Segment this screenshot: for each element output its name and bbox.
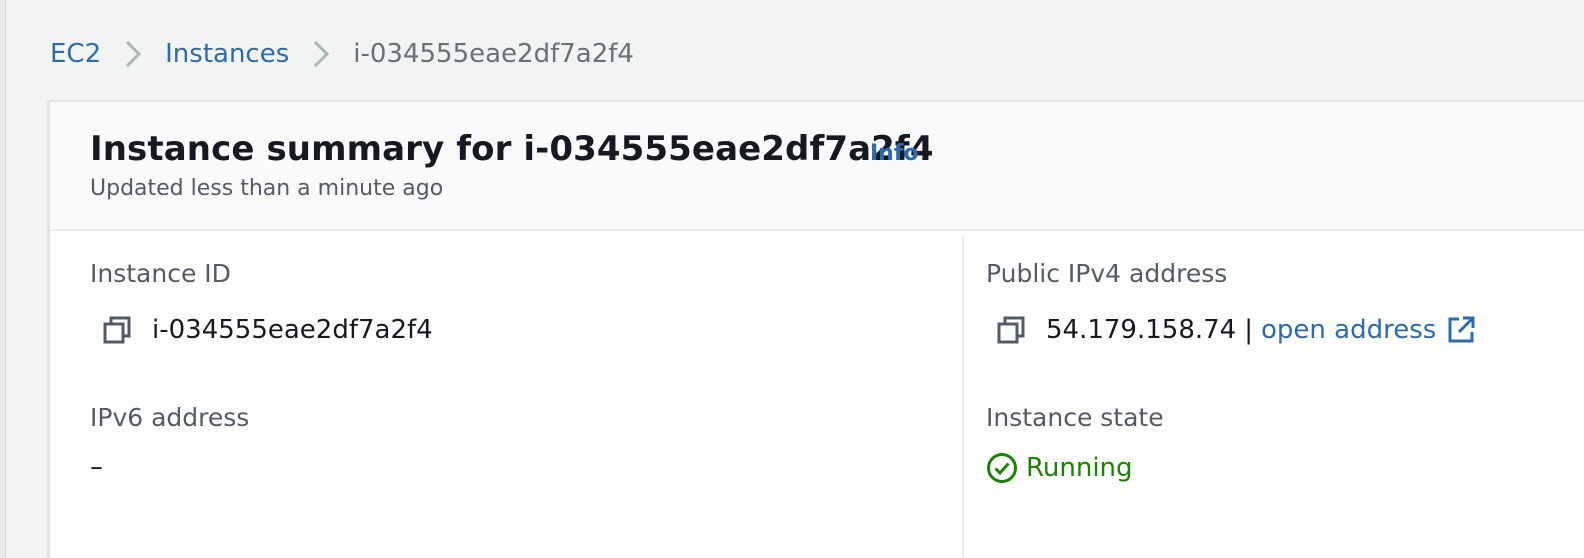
public-ipv4-value-row: 54.179.158.74 | open address (994, 313, 1476, 347)
instance-id-value-row: i-034555eae2df7a2f4 (100, 313, 433, 347)
breadcrumb-link-instances[interactable]: Instances (165, 39, 289, 69)
breadcrumb-current-instance: i-034555eae2df7a2f4 (353, 39, 634, 69)
open-address-link[interactable]: open address (1261, 315, 1476, 345)
instance-state-value: Running (1026, 453, 1133, 483)
copy-icon[interactable] (100, 313, 134, 347)
instance-state-label: Instance state (986, 403, 1164, 432)
last-updated-text: Updated less than a minute ago (90, 176, 444, 201)
public-ipv4-value: 54.179.158.74 (1046, 315, 1237, 345)
check-circle-icon (986, 452, 1018, 484)
value-separator: | (1244, 315, 1253, 345)
instance-summary-card: Instance summary for i-034555eae2df7a2f4… (48, 100, 1584, 558)
ipv6-address-value: – (90, 452, 103, 482)
ipv6-address-label: IPv6 address (90, 403, 250, 432)
page-title: Instance summary for i-034555eae2df7a2f4 (90, 129, 934, 169)
instance-detail-page: EC2 Instances i-034555eae2df7a2f4 Instan… (0, 0, 1584, 558)
side-navigation-edge (0, 0, 6, 558)
open-address-label: open address (1260, 315, 1437, 345)
column-divider (962, 234, 964, 558)
breadcrumb: EC2 Instances i-034555eae2df7a2f4 (50, 34, 634, 74)
chevron-right-icon (101, 34, 165, 74)
public-ipv4-label: Public IPv4 address (986, 259, 1228, 288)
instance-summary-header: Instance summary for i-034555eae2df7a2f4… (50, 102, 1584, 231)
chevron-right-icon (289, 34, 353, 74)
copy-icon[interactable] (994, 313, 1028, 347)
breadcrumb-link-ec2[interactable]: EC2 (50, 39, 101, 69)
info-link[interactable]: Info (870, 141, 919, 166)
instance-id-value: i-034555eae2df7a2f4 (152, 315, 433, 345)
instance-id-label: Instance ID (90, 259, 231, 288)
instance-state-value-row: Running (986, 452, 1133, 484)
external-link-icon (1446, 315, 1476, 345)
